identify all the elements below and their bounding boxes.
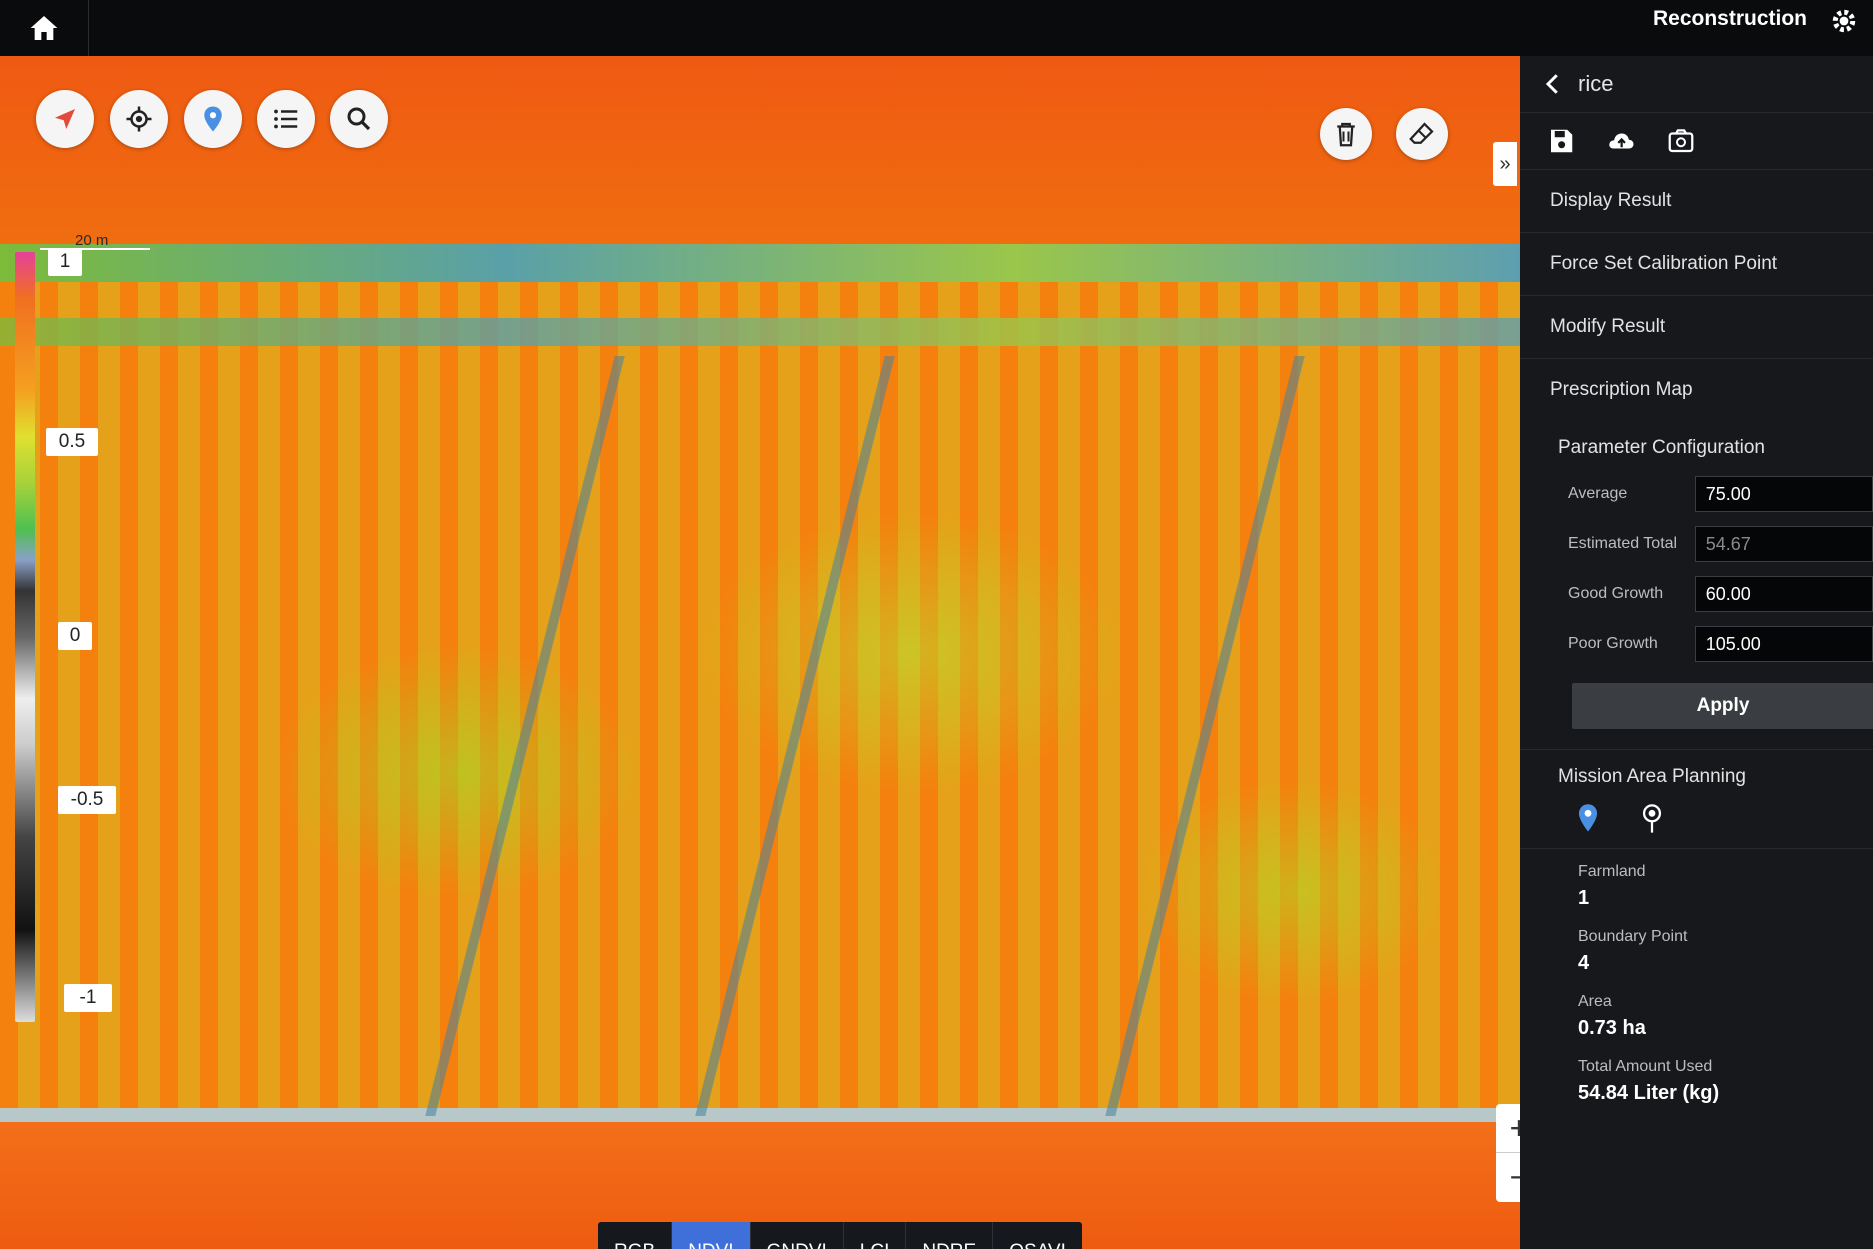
menu-prescription-map[interactable]: Prescription Map	[1520, 359, 1873, 421]
panel-toolbar	[1520, 113, 1873, 170]
boundary-point-label: Boundary Point	[1578, 928, 1688, 945]
erase-button[interactable]	[1396, 108, 1448, 160]
pin-button[interactable]	[184, 90, 242, 148]
list-icon	[274, 109, 298, 129]
param-label: Good Growth	[1568, 585, 1664, 602]
parameter-section-title: Parameter Configuration	[1558, 437, 1765, 458]
legend-label-zero: 0	[58, 622, 92, 650]
crosshair-icon	[126, 106, 152, 132]
param-row-estimated-total: Estimated Total 54.67	[1520, 519, 1873, 569]
navigation-arrow-icon	[55, 109, 75, 129]
field-strip	[695, 356, 895, 1116]
ndvi-map[interactable]: » 20 m 1 0.5 0 -0.5 -1 RGB NDVI GNDVI LC…	[0, 56, 1520, 1249]
band-tab-gndvi[interactable]: GNDVI	[751, 1222, 844, 1249]
eraser-icon	[1409, 122, 1434, 144]
param-row-average: Average 75.00	[1520, 469, 1873, 519]
field-road	[0, 1108, 1520, 1122]
expand-panel-button[interactable]: »	[1493, 142, 1517, 186]
param-label: Poor Growth	[1568, 635, 1658, 652]
band-tab-rgb[interactable]: RGB	[598, 1222, 673, 1249]
area-value: 0.73 ha	[1578, 1017, 1646, 1039]
menu-force-calibration[interactable]: Force Set Calibration Point	[1520, 233, 1873, 296]
good-growth-input[interactable]: 60.00	[1694, 576, 1873, 612]
cloud-upload-icon[interactable]	[1606, 126, 1636, 156]
apply-button[interactable]: Apply	[1572, 683, 1873, 729]
band-tab-ndre[interactable]: NDRE	[906, 1222, 994, 1249]
legend-label-neg-half: -0.5	[58, 786, 116, 814]
legend-label-max: 1	[48, 248, 82, 276]
scale-label: 20 m	[75, 232, 109, 249]
legend-label-min: -1	[64, 984, 112, 1012]
trash-icon	[1337, 122, 1355, 147]
panel-header: rice	[1520, 56, 1873, 113]
ai-camera-icon[interactable]	[1666, 126, 1696, 156]
total-amount-label: Total Amount Used	[1578, 1058, 1713, 1075]
home-icon	[30, 16, 58, 40]
home-button[interactable]	[0, 0, 89, 56]
area-label: Area	[1578, 993, 1612, 1010]
band-tab-osavi[interactable]: OSAVI	[993, 1222, 1082, 1249]
search-button[interactable]	[330, 90, 388, 148]
ndvi-legend-gradient	[15, 252, 35, 1022]
delete-button[interactable]	[1320, 108, 1372, 160]
save-icon[interactable]	[1546, 126, 1576, 156]
list-button[interactable]	[257, 90, 315, 148]
estimated-total-field: 54.67	[1694, 526, 1873, 562]
param-label: Estimated Total	[1568, 535, 1678, 552]
band-tab-lci[interactable]: LCI	[844, 1222, 907, 1249]
field-strip	[425, 356, 625, 1116]
farmland-value: 1	[1578, 887, 1590, 909]
legend-label-half: 0.5	[46, 428, 98, 456]
edit-point-pin-icon[interactable]	[1638, 802, 1666, 836]
field-area	[0, 56, 1520, 246]
param-row-poor-growth: Poor Growth 105.00	[1520, 619, 1873, 669]
mission-section-title: Mission Area Planning	[1558, 766, 1746, 787]
top-bar: Reconstruction	[0, 0, 1873, 56]
chevron-left-icon[interactable]	[1538, 69, 1568, 99]
field-road	[0, 318, 1520, 346]
total-amount-value: 54.84 Liter (kg)	[1578, 1082, 1720, 1104]
band-tab-ndvi[interactable]: NDVI	[672, 1222, 751, 1249]
menu-modify-result[interactable]: Modify Result	[1520, 296, 1873, 359]
gear-icon[interactable]	[1829, 6, 1859, 36]
field-road	[0, 244, 1520, 282]
field-strip	[1105, 356, 1305, 1116]
menu-display-result[interactable]: Display Result	[1520, 170, 1873, 233]
param-row-good-growth: Good Growth 60.00	[1520, 569, 1873, 619]
add-point-pin-icon[interactable]	[1574, 802, 1602, 836]
search-icon	[347, 107, 371, 131]
side-panel: rice Display Result Force Set Calibratio…	[1520, 56, 1873, 1249]
project-title: rice	[1578, 71, 1614, 96]
mission-tools	[1520, 798, 1873, 849]
app-title: Reconstruction	[1652, 7, 1807, 30]
average-input[interactable]: 75.00	[1694, 476, 1873, 512]
locate-button[interactable]	[110, 90, 168, 148]
poor-growth-input[interactable]: 105.00	[1694, 626, 1873, 662]
band-selector: RGB NDVI GNDVI LCI NDRE OSAVI	[598, 1222, 1082, 1249]
param-label: Average	[1568, 485, 1628, 502]
map-pin-icon	[204, 106, 222, 132]
farmland-label: Farmland	[1578, 863, 1646, 880]
boundary-point-value: 4	[1578, 952, 1590, 974]
navigate-button[interactable]	[36, 90, 94, 148]
